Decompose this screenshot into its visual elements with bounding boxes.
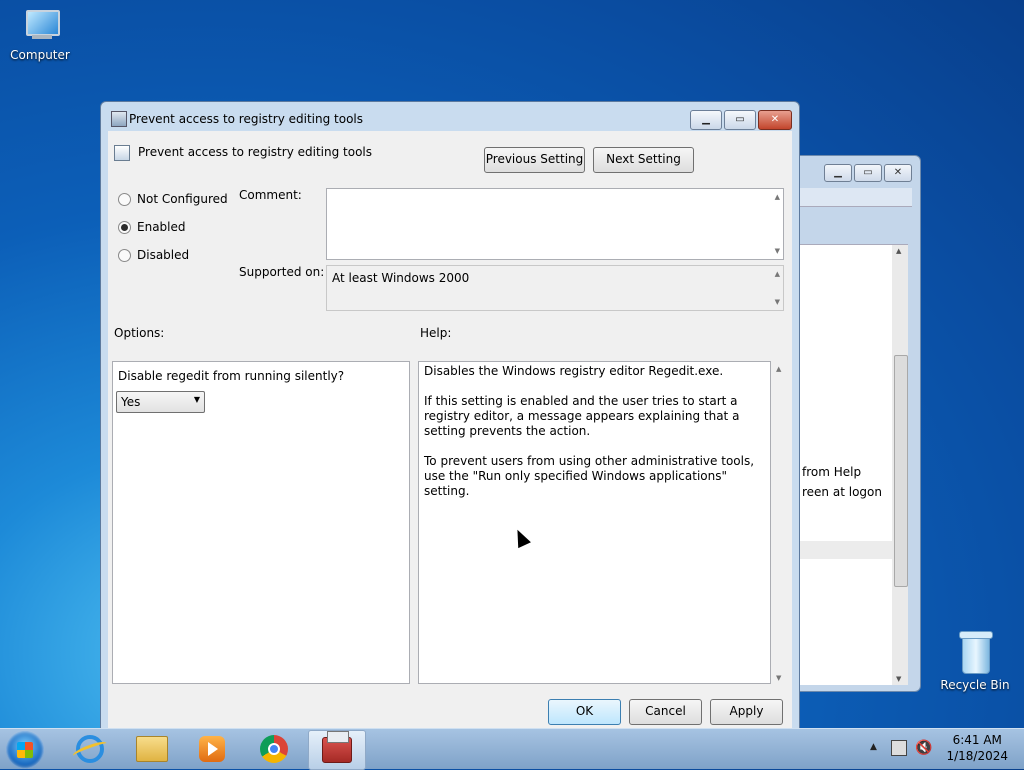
background-window-toolbar xyxy=(798,188,912,207)
background-text: reen at logon xyxy=(802,485,882,499)
help-paragraph: If this setting is enabled and the user … xyxy=(424,394,740,438)
radio-disabled[interactable]: Disabled xyxy=(118,248,189,262)
desktop-icon-computer[interactable]: Computer xyxy=(0,10,80,62)
radio-indicator xyxy=(118,248,131,262)
computer-icon xyxy=(20,10,60,42)
help-paragraph: Disables the Windows registry editor Reg… xyxy=(424,364,724,378)
help-label: Help: xyxy=(420,326,452,340)
options-pane: Disable regedit from running silently? Y… xyxy=(112,361,410,684)
scroll-down-icon[interactable]: ▼ xyxy=(776,674,781,682)
silent-option-select[interactable]: Yes ▼ xyxy=(116,391,205,413)
taskbar-file-explorer[interactable] xyxy=(126,730,178,768)
radio-label: Enabled xyxy=(137,220,186,234)
policy-setting-icon xyxy=(114,145,130,161)
close-icon[interactable]: ✕ xyxy=(884,164,912,182)
scroll-up-icon[interactable]: ▲ xyxy=(775,193,780,201)
desktop-icon-label: Computer xyxy=(10,48,70,62)
help-pane: Disables the Windows registry editor Reg… xyxy=(418,361,771,684)
window-title: Prevent access to registry editing tools xyxy=(129,112,363,126)
media-player-icon xyxy=(199,736,225,762)
ok-button[interactable]: OK xyxy=(548,699,621,725)
radio-enabled[interactable]: Enabled xyxy=(118,220,186,234)
minimize-icon[interactable]: ▁ xyxy=(824,164,852,182)
group-policy-editor-icon xyxy=(322,731,352,763)
internet-explorer-icon xyxy=(71,735,109,763)
chevron-down-icon: ▼ xyxy=(193,395,200,404)
scroll-down-icon[interactable]: ▼ xyxy=(775,298,780,306)
network-icon[interactable] xyxy=(891,740,907,756)
supported-on-label: Supported on: xyxy=(239,265,325,279)
taskbar-group-policy-editor[interactable] xyxy=(308,730,366,770)
scrollbar-thumb[interactable] xyxy=(894,355,908,587)
clock-time: 6:41 AM xyxy=(952,733,1002,747)
desktop-icon-label: Recycle Bin xyxy=(940,678,1010,692)
cancel-button[interactable]: Cancel xyxy=(629,699,702,725)
start-button[interactable] xyxy=(6,731,44,769)
volume-muted-icon[interactable]: 🔇 xyxy=(915,740,932,756)
policy-setting-dialog[interactable]: Prevent access to registry editing tools… xyxy=(100,101,800,733)
apply-button[interactable]: Apply xyxy=(710,699,783,725)
clock[interactable]: 6:41 AM 1/18/2024 xyxy=(946,732,1008,764)
background-scrollbar[interactable]: ▲ ▼ xyxy=(892,245,908,685)
maximize-button[interactable]: ▭ xyxy=(724,110,756,130)
radio-label: Not Configured xyxy=(137,192,228,206)
show-hidden-icons-icon[interactable]: ▲ xyxy=(870,742,877,752)
desktop-icon-recycle-bin[interactable]: Recycle Bin xyxy=(935,630,1015,692)
clock-date: 1/18/2024 xyxy=(946,749,1008,763)
comment-label: Comment: xyxy=(239,188,302,202)
recycle-bin-icon xyxy=(958,630,993,674)
close-button[interactable]: ✕ xyxy=(758,110,792,130)
radio-indicator xyxy=(118,192,131,206)
radio-label: Disabled xyxy=(137,248,190,262)
radio-not-configured[interactable]: Not Configured xyxy=(118,192,228,206)
minimize-button[interactable]: ▁ xyxy=(690,110,722,130)
help-paragraph: To prevent users from using other admini… xyxy=(424,454,755,498)
comment-textarea[interactable]: ▲ ▼ xyxy=(326,188,784,260)
taskbar-chrome[interactable] xyxy=(248,730,300,768)
background-window[interactable]: ▁ ▭ ✕ from Help reen at logon ▲ ▼ xyxy=(798,155,921,692)
supported-on-value: At least Windows 2000 xyxy=(332,271,470,285)
taskbar-media-player[interactable] xyxy=(186,730,238,768)
background-text: from Help xyxy=(802,465,862,479)
taskbar: ▲ 🔇 6:41 AM 1/18/2024 xyxy=(0,728,1024,770)
supported-on-field: At least Windows 2000 ▲ ▼ xyxy=(326,265,784,311)
folder-icon xyxy=(136,736,168,762)
chrome-icon xyxy=(260,735,288,763)
help-scrollbar[interactable]: ▲ ▼ xyxy=(773,361,787,684)
background-window-content: from Help reen at logon ▲ ▼ xyxy=(798,244,908,685)
scroll-up-icon[interactable]: ▲ xyxy=(776,365,781,373)
option-question: Disable regedit from running silently? xyxy=(118,369,345,383)
previous-setting-button[interactable]: Previous Setting xyxy=(484,147,585,173)
scroll-down-icon[interactable]: ▼ xyxy=(775,247,780,255)
radio-indicator xyxy=(118,220,131,234)
select-value: Yes xyxy=(121,395,141,409)
policy-icon xyxy=(111,111,127,127)
scroll-up-icon[interactable]: ▲ xyxy=(775,270,780,278)
options-label: Options: xyxy=(114,326,165,340)
maximize-icon[interactable]: ▭ xyxy=(854,164,882,182)
next-setting-button[interactable]: Next Setting xyxy=(593,147,694,173)
taskbar-internet-explorer[interactable] xyxy=(64,730,116,768)
policy-name: Prevent access to registry editing tools xyxy=(138,145,372,159)
